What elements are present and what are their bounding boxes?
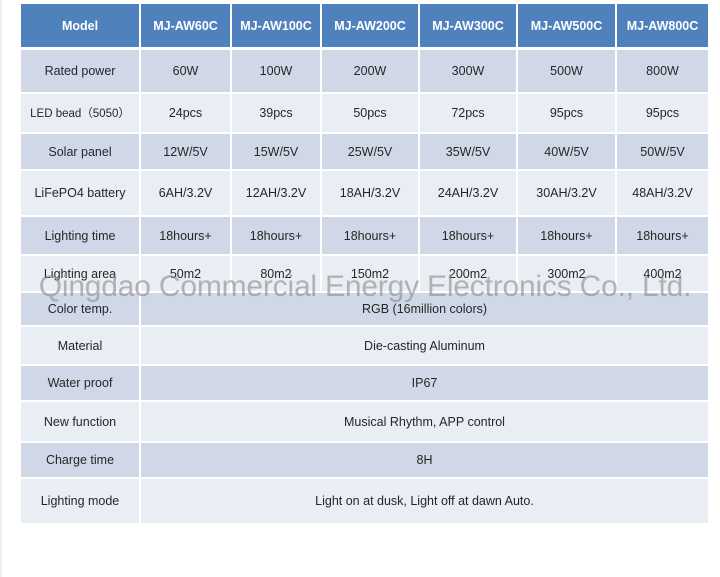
table-cell: 95pcs xyxy=(518,94,617,134)
header-model-5: MJ-AW500C xyxy=(518,4,617,50)
row-led-bead: LED bead（5050） 24pcs 39pcs 50pcs 72pcs 9… xyxy=(21,94,708,134)
row-battery: LiFePO4 battery 6AH/3.2V 12AH/3.2V 18AH/… xyxy=(21,171,708,217)
row-label: Water proof xyxy=(21,366,141,402)
table-cell: 35W/5V xyxy=(420,134,518,171)
table-cell: 300m2 xyxy=(518,256,617,293)
row-label: Material xyxy=(21,327,141,366)
table-cell: 24AH/3.2V xyxy=(420,171,518,217)
table-cell: 18hours+ xyxy=(518,217,617,256)
row-label: Color temp. xyxy=(21,293,141,327)
table-cell: 50W/5V xyxy=(617,134,708,171)
header-model-2: MJ-AW100C xyxy=(232,4,322,50)
row-label: Charge time xyxy=(21,443,141,479)
table-cell: 18hours+ xyxy=(617,217,708,256)
product-spec-table: Model MJ-AW60C MJ-AW100C MJ-AW200C MJ-AW… xyxy=(21,4,708,525)
table-cell-shared: Musical Rhythm, APP control xyxy=(141,402,708,443)
table-cell: 15W/5V xyxy=(232,134,322,171)
table-cell: 100W xyxy=(232,50,322,94)
table-cell: 18hours+ xyxy=(141,217,232,256)
table-cell: 40W/5V xyxy=(518,134,617,171)
header-model-1: MJ-AW60C xyxy=(141,4,232,50)
row-label: LiFePO4 battery xyxy=(21,171,141,217)
table-cell-shared: IP67 xyxy=(141,366,708,402)
row-material: Material Die-casting Aluminum xyxy=(21,327,708,366)
row-label: Lighting area xyxy=(21,256,141,293)
row-new-function: New function Musical Rhythm, APP control xyxy=(21,402,708,443)
table-cell: 6AH/3.2V xyxy=(141,171,232,217)
table-cell: 200W xyxy=(322,50,420,94)
table-cell: 400m2 xyxy=(617,256,708,293)
row-water-proof: Water proof IP67 xyxy=(21,366,708,402)
table-cell: 300W xyxy=(420,50,518,94)
table-cell: 72pcs xyxy=(420,94,518,134)
table-cell: 150m2 xyxy=(322,256,420,293)
row-label: Solar panel xyxy=(21,134,141,171)
table-cell: 25W/5V xyxy=(322,134,420,171)
table-cell: 39pcs xyxy=(232,94,322,134)
image-left-edge xyxy=(0,0,2,577)
table-cell: 18hours+ xyxy=(232,217,322,256)
row-label: LED bead（5050） xyxy=(21,94,141,134)
row-lighting-mode: Lighting mode Light on at dusk, Light of… xyxy=(21,479,708,525)
table-cell: 95pcs xyxy=(617,94,708,134)
table-cell: 48AH/3.2V xyxy=(617,171,708,217)
header-model-4: MJ-AW300C xyxy=(420,4,518,50)
row-rated-power: Rated power 60W 100W 200W 300W 500W 800W xyxy=(21,50,708,94)
table-cell: 18hours+ xyxy=(420,217,518,256)
table-cell: 80m2 xyxy=(232,256,322,293)
row-label: Rated power xyxy=(21,50,141,94)
table-cell: 800W xyxy=(617,50,708,94)
table-cell: 24pcs xyxy=(141,94,232,134)
table-cell-shared: 8H xyxy=(141,443,708,479)
table-cell: 60W xyxy=(141,50,232,94)
header-row: Model MJ-AW60C MJ-AW100C MJ-AW200C MJ-AW… xyxy=(21,4,708,50)
row-lighting-time: Lighting time 18hours+ 18hours+ 18hours+… xyxy=(21,217,708,256)
table-cell-shared: Die-casting Aluminum xyxy=(141,327,708,366)
table-cell: 50m2 xyxy=(141,256,232,293)
row-charge-time: Charge time 8H xyxy=(21,443,708,479)
header-model-3: MJ-AW200C xyxy=(322,4,420,50)
table-cell: 30AH/3.2V xyxy=(518,171,617,217)
table-cell: 12AH/3.2V xyxy=(232,171,322,217)
row-solar-panel: Solar panel 12W/5V 15W/5V 25W/5V 35W/5V … xyxy=(21,134,708,171)
table-cell: 50pcs xyxy=(322,94,420,134)
table-cell: 18AH/3.2V xyxy=(322,171,420,217)
table-cell: 200m2 xyxy=(420,256,518,293)
row-label: Lighting mode xyxy=(21,479,141,525)
row-color-temp: Color temp. RGB (16million colors) xyxy=(21,293,708,327)
row-label: New function xyxy=(21,402,141,443)
row-label: Lighting time xyxy=(21,217,141,256)
header-model-6: MJ-AW800C xyxy=(617,4,708,50)
table-cell: 12W/5V xyxy=(141,134,232,171)
table-cell-shared: RGB (16million colors) xyxy=(141,293,708,327)
header-model-label: Model xyxy=(21,4,141,50)
table-cell-shared: Light on at dusk, Light off at dawn Auto… xyxy=(141,479,708,525)
table-cell: 18hours+ xyxy=(322,217,420,256)
table-cell: 500W xyxy=(518,50,617,94)
row-lighting-area: Lighting area 50m2 80m2 150m2 200m2 300m… xyxy=(21,256,708,293)
